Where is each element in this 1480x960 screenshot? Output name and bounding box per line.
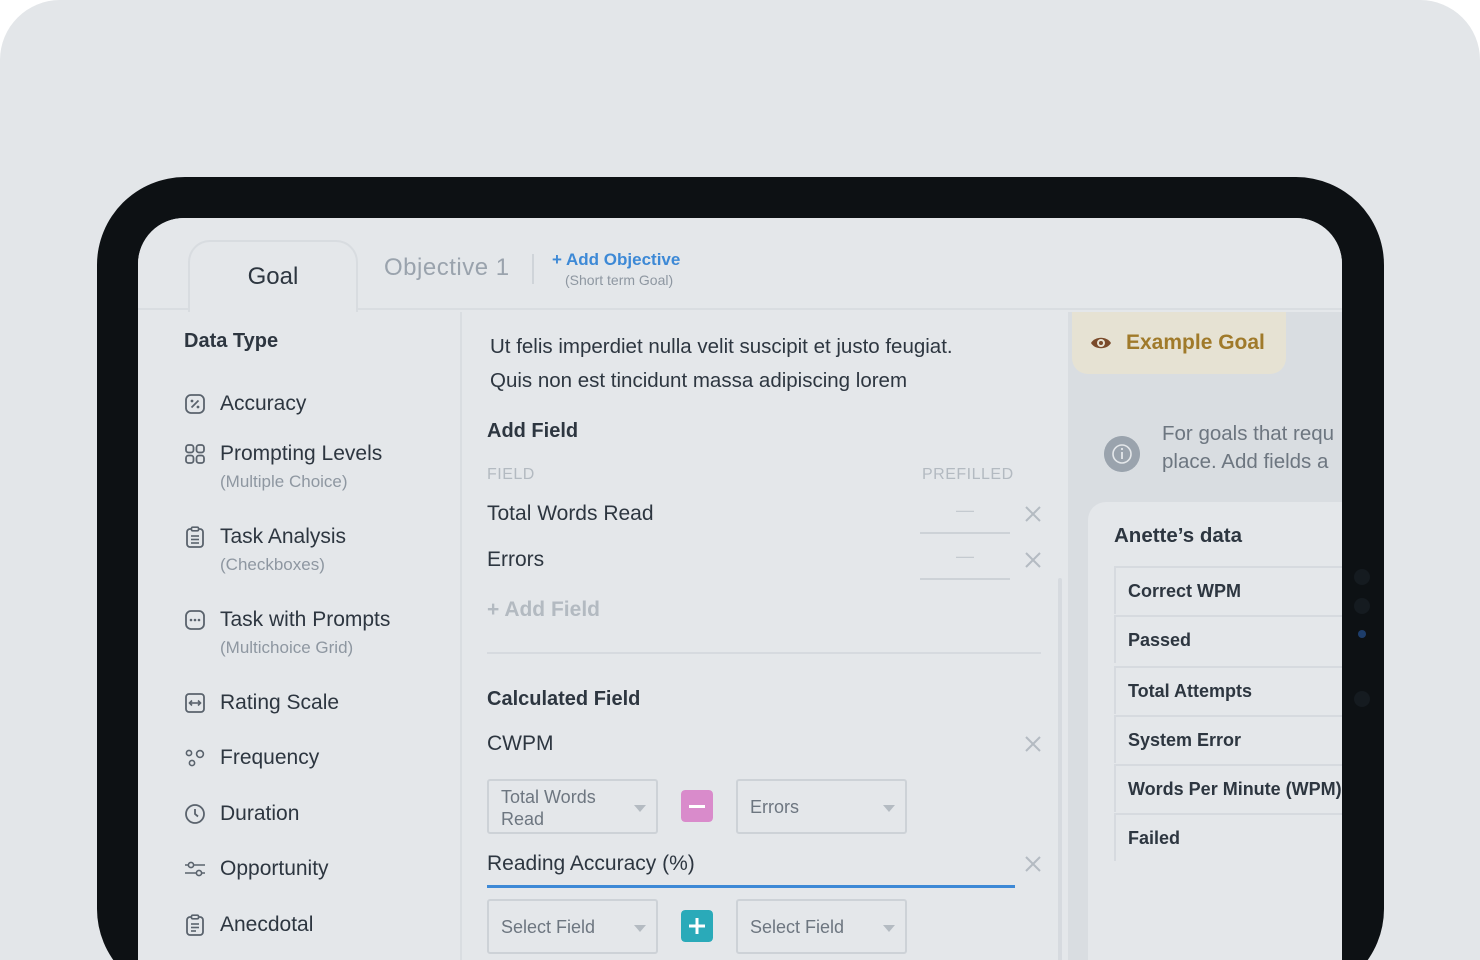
data-type-label: Prompting Levels [220, 442, 383, 465]
calculated-field-name[interactable]: CWPM [487, 732, 554, 756]
tab-goal-label: Goal [247, 263, 299, 290]
data-type-sublabel: (Checkboxes) [220, 555, 325, 574]
example-data-row: Words Per Minute (WPM) [1114, 764, 1342, 812]
example-goal-label: Example Goal [1126, 331, 1265, 354]
data-type-label: Frequency [220, 746, 320, 769]
plus-operator-icon[interactable] [681, 910, 713, 942]
background: Goal Objective 1 + Add Objective (Short … [0, 0, 1480, 960]
remove-calculated-close-icon[interactable] [1023, 854, 1043, 874]
data-type-label: Task Analysis [220, 525, 347, 548]
field-name[interactable]: Total Words Read [487, 502, 654, 526]
add-objective-button[interactable]: + Add Objective (Short term Goal) [552, 250, 680, 288]
description-line: Quis non est tincidunt massa adipiscing … [490, 369, 908, 392]
camera-dot [1354, 569, 1370, 585]
clock-icon [185, 804, 205, 824]
data-type-label: Anecdotal [220, 913, 314, 936]
chevron-down-icon [883, 925, 895, 932]
example-data-card: Anette’s data Correct WPM Passed Total A… [1088, 502, 1342, 960]
tab-objective-1[interactable]: Objective 1 [384, 254, 510, 282]
camera-dot [1354, 598, 1370, 614]
chevron-down-icon [634, 925, 646, 932]
prefilled-input[interactable]: — [920, 546, 1010, 580]
example-panel: Example Goal For goals that requ place. … [1068, 312, 1342, 960]
operand-left-select[interactable]: Total Words Read [487, 779, 658, 834]
app-screen: Goal Objective 1 + Add Objective (Short … [138, 218, 1342, 960]
example-data-row: Correct WPM [1114, 566, 1342, 614]
remove-field-close-icon[interactable] [1023, 550, 1043, 570]
tab-goal[interactable]: Goal [188, 240, 358, 312]
operand-right-select[interactable]: Select Field [736, 899, 907, 954]
frequency-icon [185, 749, 205, 767]
data-type-label: Task with Prompts [220, 608, 391, 631]
info-icon [1104, 436, 1140, 472]
camera-dot [1354, 691, 1370, 707]
camera-lens [1358, 630, 1366, 638]
select-value: Select Field [750, 916, 845, 937]
data-type-label: Accuracy [220, 392, 307, 415]
data-type-task-analysis[interactable]: Task Analysis (Checkboxes) [184, 525, 346, 575]
sliders-icon [185, 861, 205, 877]
prefilled-input[interactable]: — [920, 500, 1010, 534]
remove-field-close-icon[interactable] [1023, 504, 1043, 524]
add-objective-label: + Add Objective [552, 250, 681, 269]
field-name[interactable]: Errors [487, 548, 544, 572]
minus-operator-icon[interactable] [681, 790, 713, 822]
rating-scale-icon [185, 693, 205, 713]
calculated-field-title: Calculated Field [487, 688, 641, 710]
description-line: Ut felis imperdiet nulla velit suscipit … [490, 335, 953, 358]
section-divider [487, 652, 1041, 654]
select-value: Select Field [501, 916, 596, 937]
eye-icon [1091, 337, 1111, 349]
chevron-down-icon [634, 805, 646, 812]
info-line: place. Add fields a [1162, 450, 1329, 473]
example-card-title: Anette’s data [1114, 524, 1242, 547]
data-type-sublabel: (Multiple Choice) [220, 472, 348, 491]
dots-square-icon [185, 610, 205, 630]
data-type-label: Duration [220, 802, 300, 825]
example-data-row: System Error [1114, 715, 1342, 763]
data-type-opportunity[interactable]: Opportunity [184, 857, 329, 881]
tab-bar: Goal Objective 1 + Add Objective (Short … [138, 218, 1342, 312]
add-field-title: Add Field [487, 420, 579, 442]
goal-description[interactable]: Ut felis imperdiet nulla velit suscipit … [490, 330, 953, 398]
operand-right-select[interactable]: Errors [736, 779, 907, 834]
select-value: Errors [750, 796, 799, 817]
column-header-prefilled: PREFILLED [922, 466, 1014, 483]
example-info-text: For goals that requ place. Add fields a [1162, 420, 1342, 476]
grid-icon [185, 444, 205, 464]
example-goal-tab[interactable]: Example Goal [1072, 312, 1286, 374]
data-type-title: Data Type [184, 330, 279, 352]
percent-icon [185, 394, 205, 414]
tab-separator [532, 254, 534, 284]
data-type-task-with-prompts[interactable]: Task with Prompts (Multichoice Grid) [184, 608, 390, 658]
data-type-panel: Data Type Accuracy Prompting Levels (Mult… [138, 312, 462, 960]
data-type-label: Opportunity [220, 857, 329, 880]
clipboard-list-icon [186, 526, 204, 548]
calculated-field-name-input[interactable]: Reading Accuracy (%) [487, 852, 1015, 888]
data-type-sublabel: (Multichoice Grid) [220, 638, 354, 657]
data-type-accuracy[interactable]: Accuracy [184, 392, 306, 416]
scrollbar[interactable] [1058, 578, 1062, 960]
add-field-button[interactable]: + Add Field [487, 598, 600, 622]
info-line: For goals that requ [1162, 422, 1335, 445]
data-type-rating-scale[interactable]: Rating Scale [184, 691, 339, 715]
example-data-row: Passed [1114, 615, 1342, 663]
example-data-row: Total Attempts [1114, 666, 1342, 714]
data-type-frequency[interactable]: Frequency [184, 746, 319, 770]
select-value-line: Total Words [501, 787, 596, 807]
operand-left-select[interactable]: Select Field [487, 899, 658, 954]
column-header-field: FIELD [487, 466, 535, 483]
data-type-label: Rating Scale [220, 691, 340, 714]
remove-calculated-close-icon[interactable] [1023, 734, 1043, 754]
select-value-line: Read [501, 809, 545, 829]
add-objective-sublabel: (Short term Goal) [565, 272, 674, 288]
notes-icon [186, 914, 204, 936]
example-data-row: Failed [1114, 813, 1342, 861]
data-type-anecdotal[interactable]: Anecdotal [184, 913, 313, 937]
data-type-duration[interactable]: Duration [184, 802, 299, 826]
chevron-down-icon [883, 805, 895, 812]
data-type-prompting-levels[interactable]: Prompting Levels (Multiple Choice) [184, 442, 382, 492]
goal-editor: Ut felis imperdiet nulla velit suscipit … [464, 312, 1068, 960]
